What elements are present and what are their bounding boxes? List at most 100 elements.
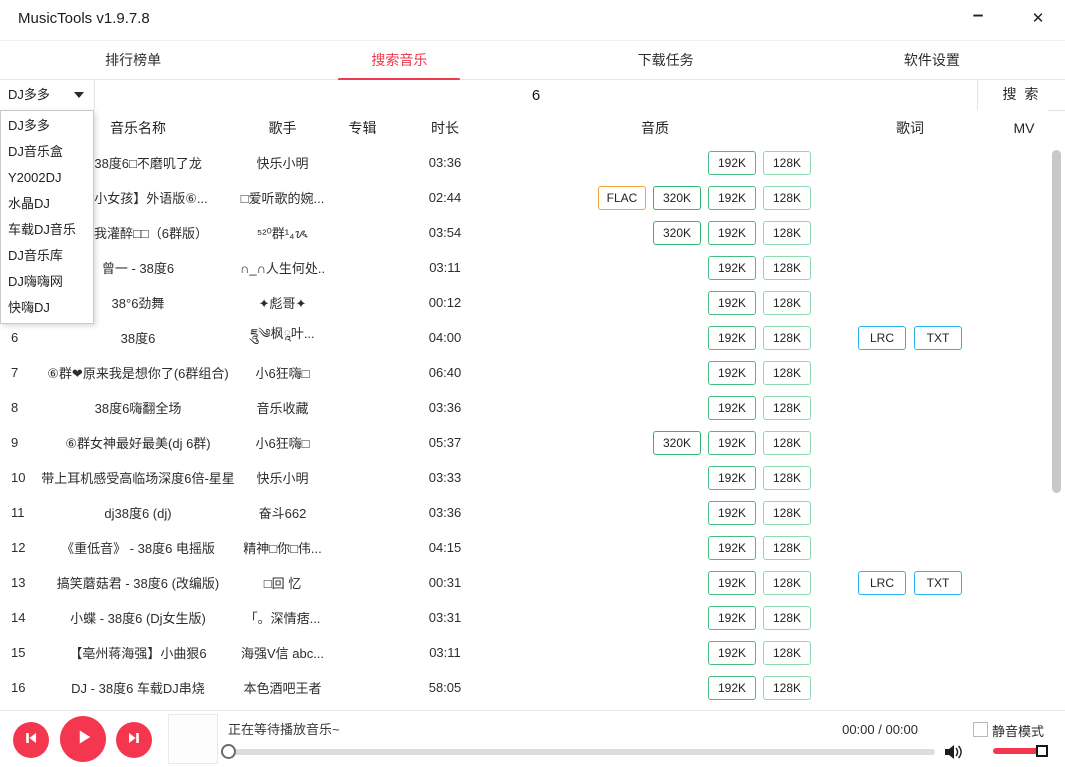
quality-button-128k[interactable]: 128K xyxy=(763,501,811,525)
quality-button-192k[interactable]: 192K xyxy=(708,606,756,630)
table-row: 15【亳州蒋海强】小曲狠6海强V信 abc...03:11192K128K xyxy=(0,635,1048,670)
quality-button-128k[interactable]: 128K xyxy=(763,221,811,245)
volume-track[interactable] xyxy=(993,748,1041,754)
dropdown-option[interactable]: DJ音乐库 xyxy=(1,243,93,269)
quality-button-192k[interactable]: 192K xyxy=(708,361,756,385)
quality-button-128k[interactable]: 128K xyxy=(763,361,811,385)
quality-button-192k[interactable]: 192K xyxy=(708,571,756,595)
lyrics-button-lrc[interactable]: LRC xyxy=(858,326,906,350)
quality-cell: 192K 128K xyxy=(490,361,820,385)
dropdown-option[interactable]: Y2002DJ xyxy=(1,165,93,191)
header-mv: MV xyxy=(1000,120,1048,136)
header-duration: 时长 xyxy=(400,118,490,138)
music-name: 小蝶 - 38度6 (Dj女生版) xyxy=(36,608,240,627)
quality-button-192k[interactable]: 192K xyxy=(708,396,756,420)
quality-button-192k[interactable]: 192K xyxy=(708,326,756,350)
quality-button-192k[interactable]: 192K xyxy=(708,151,756,175)
lyrics-button-lrc[interactable]: LRC xyxy=(858,571,906,595)
quality-button-128k[interactable]: 128K xyxy=(763,466,811,490)
quality-button-128k[interactable]: 128K xyxy=(763,676,811,700)
play-button[interactable] xyxy=(60,716,106,762)
dropdown-option[interactable]: DJ多多 xyxy=(1,113,93,139)
duration: 03:11 xyxy=(400,260,490,275)
progress-track[interactable] xyxy=(228,749,935,755)
minimize-button[interactable]: – xyxy=(963,5,993,33)
quality-button-128k[interactable]: 128K xyxy=(763,571,811,595)
quality-button-192k[interactable]: 192K xyxy=(708,536,756,560)
quality-button-192k[interactable]: 192K xyxy=(708,186,756,210)
speaker-icon[interactable] xyxy=(943,742,965,767)
close-button[interactable]: ✕ xyxy=(1023,5,1053,33)
skip-previous-icon xyxy=(23,730,39,751)
row-number: 9 xyxy=(0,435,36,450)
quality-button-192k[interactable]: 192K xyxy=(708,256,756,280)
quality-cell: 192K 128K xyxy=(490,571,820,595)
quality-button-192k[interactable]: 192K xyxy=(708,676,756,700)
tab-settings[interactable]: 软件设置 xyxy=(799,41,1065,79)
quality-button-128k[interactable]: 128K xyxy=(763,536,811,560)
quality-button-320k[interactable]: 320K xyxy=(653,221,701,245)
tab-search-music-label: 搜索音乐 xyxy=(371,52,427,68)
singer-name: 快乐小明 xyxy=(240,468,325,487)
music-name: 38度6嗨翻全场 xyxy=(36,398,240,417)
dropdown-option[interactable]: 快嗨DJ xyxy=(1,295,93,321)
quality-button-flac[interactable]: FLAC xyxy=(598,186,646,210)
row-number: 14 xyxy=(0,610,36,625)
dropdown-option[interactable]: 车载DJ音乐 xyxy=(1,217,93,243)
table-row: 12《重低音》 - 38度6 电摇版精神□你□伟...04:15192K128K xyxy=(0,530,1048,565)
quality-button-320k[interactable]: 320K xyxy=(653,431,701,455)
quality-button-192k[interactable]: 192K xyxy=(708,501,756,525)
tab-ranking[interactable]: 排行榜单 xyxy=(0,41,266,79)
quality-button-128k[interactable]: 128K xyxy=(763,256,811,280)
duration: 03:11 xyxy=(400,645,490,660)
album-art-placeholder xyxy=(168,714,218,764)
quality-button-128k[interactable]: 128K xyxy=(763,291,811,315)
music-name: dj38度6 (dj) xyxy=(36,503,240,522)
quality-cell: 192K 128K xyxy=(490,606,820,630)
quality-button-192k[interactable]: 192K xyxy=(708,431,756,455)
search-input[interactable] xyxy=(95,80,977,110)
singer-name: 小6狂嗨□ xyxy=(240,363,325,382)
progress-thumb[interactable] xyxy=(221,744,236,759)
quality-cell: 320K 192K 128K xyxy=(490,221,820,245)
lyrics-button-txt[interactable]: TXT xyxy=(914,326,962,350)
quality-button-192k[interactable]: 192K xyxy=(708,641,756,665)
source-select[interactable]: DJ多多 xyxy=(0,80,95,110)
vertical-scrollbar[interactable] xyxy=(1052,150,1061,493)
quality-button-128k[interactable]: 128K xyxy=(763,151,811,175)
quality-button-128k[interactable]: 128K xyxy=(763,186,811,210)
singer-name: ཇཱུ༄枫ཱ叶... xyxy=(240,319,325,356)
dropdown-option[interactable]: DJ音乐盒 xyxy=(1,139,93,165)
quality-button-128k[interactable]: 128K xyxy=(763,326,811,350)
chevron-down-icon xyxy=(74,92,84,98)
previous-track-button[interactable] xyxy=(13,722,49,758)
title-bar: MusicTools v1.9.7.8 – ✕ xyxy=(0,0,1065,41)
search-button[interactable]: 搜 索 xyxy=(977,80,1065,110)
dropdown-option[interactable]: 水晶DJ xyxy=(1,191,93,217)
singer-name: □爱听歌的婉... xyxy=(240,188,325,207)
dropdown-option[interactable]: DJ嗨嗨网 xyxy=(1,269,93,295)
table-row: 13搞笑蘑菇君 - 38度6 (改编版)□回 忆00:31192K128KLRC… xyxy=(0,565,1048,600)
singer-name: 「。深情痞... xyxy=(240,608,325,627)
quality-button-128k[interactable]: 128K xyxy=(763,641,811,665)
quality-button-192k[interactable]: 192K xyxy=(708,221,756,245)
quality-button-192k[interactable]: 192K xyxy=(708,466,756,490)
next-track-button[interactable] xyxy=(116,722,152,758)
tab-download-tasks[interactable]: 下载任务 xyxy=(533,41,799,79)
quality-button-320k[interactable]: 320K xyxy=(653,186,701,210)
quality-button-128k[interactable]: 128K xyxy=(763,396,811,420)
duration: 03:36 xyxy=(400,505,490,520)
mute-label: 静音模式 xyxy=(992,721,1044,740)
quality-button-128k[interactable]: 128K xyxy=(763,431,811,455)
volume-thumb[interactable] xyxy=(1036,745,1048,757)
lyrics-button-txt[interactable]: TXT xyxy=(914,571,962,595)
quality-button-128k[interactable]: 128K xyxy=(763,606,811,630)
mute-checkbox[interactable] xyxy=(973,722,988,737)
music-name: ⑥群女神最好最美(dj 6群) xyxy=(36,433,240,452)
quality-cell: 192K 128K xyxy=(490,291,820,315)
table-row: 11dj38度6 (dj)奋斗66203:36192K128K xyxy=(0,495,1048,530)
table-row: 16DJ - 38度6 车载DJ串烧本色酒吧王者58:05192K128K xyxy=(0,670,1048,705)
tab-search-music[interactable]: 搜索音乐 xyxy=(266,41,532,79)
quality-button-192k[interactable]: 192K xyxy=(708,291,756,315)
row-number: 7 xyxy=(0,365,36,380)
